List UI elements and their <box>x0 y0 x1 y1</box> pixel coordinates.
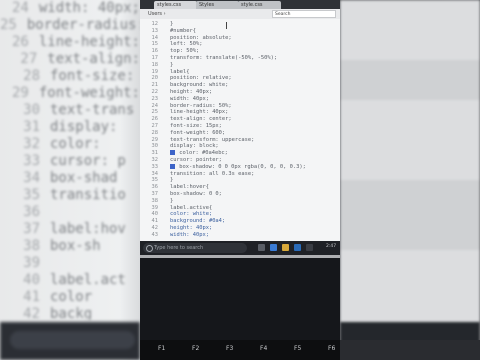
background-code-line: 33 cursor: p <box>0 153 140 170</box>
background-code-text: font-weight: <box>38 85 140 101</box>
fn-key: F1 <box>158 345 166 352</box>
background-fn-keys <box>340 340 480 360</box>
mouse-cursor <box>226 22 227 29</box>
color-swatch-icon[interactable] <box>170 163 175 169</box>
background-code-text: line-height: <box>38 34 140 50</box>
background-line-number: 28 <box>23 68 40 84</box>
background-code-text: display: <box>50 119 118 135</box>
monitor-screen: styles.css Styles style.css Users › Sear… <box>140 0 340 360</box>
background-code-text: color: <box>50 136 101 152</box>
background-block <box>340 180 480 250</box>
background-block <box>340 60 480 100</box>
background-line-number: 35 <box>23 187 40 203</box>
background-code-blurred: 24 width: 40px; 25 border-radius: 26 line-hei… <box>0 0 140 320</box>
color-swatch-icon[interactable] <box>170 150 175 156</box>
windows-taskbar: Type here to search 2:47 <box>140 241 340 255</box>
background-code-text: label:hov <box>50 221 126 237</box>
screen-edge <box>140 255 340 258</box>
line-number: 43 <box>151 231 159 238</box>
background-code-line: 26 line-height: <box>0 34 140 51</box>
background-right-blurred <box>340 0 480 360</box>
search-input[interactable]: Search <box>272 10 336 18</box>
explorer-address-bar: Users › Search <box>140 9 340 19</box>
background-code-text: transitio <box>50 187 126 203</box>
background-code-line: 29 font-weight: <box>0 85 140 102</box>
code-editor[interactable]: 12} 13 #number{14 position: absolute; 15 le… <box>140 19 340 241</box>
fn-key: F3 <box>226 345 234 352</box>
taskbar-clock: 2:47 <box>326 244 337 249</box>
background-code-text: backg <box>50 306 93 320</box>
background-code-text: text-align: <box>47 51 140 67</box>
background-line-number: 26 <box>11 34 29 50</box>
folder-icon[interactable] <box>282 244 289 251</box>
background-code-line: 41 color <box>0 289 140 306</box>
code-text-value: box-shadow: 0 0 0px rgba(0, 0, 0, 0.3); <box>176 163 306 170</box>
background-code-line: 37 label:hov <box>0 221 140 238</box>
background-code-line: 35 transitio <box>0 187 140 204</box>
search-icon <box>146 245 153 252</box>
app-icon[interactable] <box>306 244 313 251</box>
background-code-line: 30 text-trans <box>0 102 140 119</box>
tab-style-css[interactable]: style.css <box>238 1 281 9</box>
background-line-number: 29 <box>11 85 29 101</box>
background-code-line: 27 text-align: <box>0 51 140 68</box>
background-line-number: 31 <box>23 119 40 135</box>
background-code-line: 28 font-size: <box>0 68 140 85</box>
fn-key: F6 <box>328 345 336 352</box>
browser-tab-bar: styles.css Styles style.css <box>140 0 340 9</box>
tab-styles[interactable]: Styles <box>196 1 239 9</box>
background-code-text: text-trans <box>50 102 135 118</box>
background-line-number: 36 <box>23 204 40 220</box>
background-code-text: width: 40px; <box>38 0 140 16</box>
fn-key: F2 <box>192 345 200 352</box>
code-text: width: 40px; <box>170 231 209 238</box>
background-code-line: 31 display: <box>0 119 140 136</box>
background-code-line: 36 <box>0 204 140 221</box>
background-line-number: 24 <box>11 0 29 16</box>
background-line-number: 33 <box>23 153 40 169</box>
background-code-text: border-radius: <box>26 17 140 33</box>
background-code-line: 25 border-radius: <box>0 17 140 34</box>
background-code-line: 42 backg <box>0 306 140 320</box>
background-line-number: 25 <box>0 17 17 33</box>
monitor-bezel <box>140 255 340 340</box>
background-taskbar-blurred <box>0 322 140 360</box>
background-code-text: label.act <box>50 272 126 288</box>
background-line-number: 38 <box>23 238 40 254</box>
background-line-number: 34 <box>23 170 40 186</box>
background-code-line: 40 label.act <box>0 272 140 289</box>
background-code-line: 39 <box>0 255 140 272</box>
background-code-line: 34 box-shad <box>0 170 140 187</box>
code-text-value: color: #0a4ebc; <box>176 150 228 157</box>
background-code-text: box-shad <box>50 170 118 186</box>
background-line-number: 32 <box>23 136 40 152</box>
fn-key: F4 <box>260 345 268 352</box>
background-code-text: font-size: <box>50 68 135 84</box>
browser-icon[interactable] <box>270 244 277 251</box>
breadcrumb[interactable]: Users › <box>148 9 166 19</box>
taskbar-search[interactable]: Type here to search <box>143 243 247 253</box>
background-search-pill <box>10 331 135 349</box>
background-code-text: cursor: p <box>50 153 126 169</box>
background-line-number: 42 <box>23 306 40 320</box>
background-line-number: 41 <box>23 289 40 305</box>
background-line-number: 39 <box>23 255 40 271</box>
background-code-line: 24 width: 40px; <box>0 0 140 17</box>
background-code-text: color <box>50 289 93 305</box>
background-line-number: 30 <box>23 102 40 118</box>
tab-styles-css[interactable]: styles.css <box>154 1 197 9</box>
background-code-text: box-sh <box>50 238 101 254</box>
code-line: 43 width: 40px; <box>140 232 340 239</box>
fn-key: F5 <box>294 345 302 352</box>
background-line-number: 40 <box>23 272 40 288</box>
background-code-line: 38 box-sh <box>0 238 140 255</box>
editor-app-icon[interactable] <box>294 244 301 251</box>
taskbar-search-text: Type here to search <box>154 245 204 251</box>
task-view-icon[interactable] <box>258 244 265 251</box>
background-line-number: 37 <box>23 221 40 237</box>
background-code-line: 32 color: <box>0 136 140 153</box>
background-line-number: 27 <box>20 51 38 67</box>
keyboard-fn-row: F1 F2 F3 F4 F5 F6 <box>140 340 340 360</box>
